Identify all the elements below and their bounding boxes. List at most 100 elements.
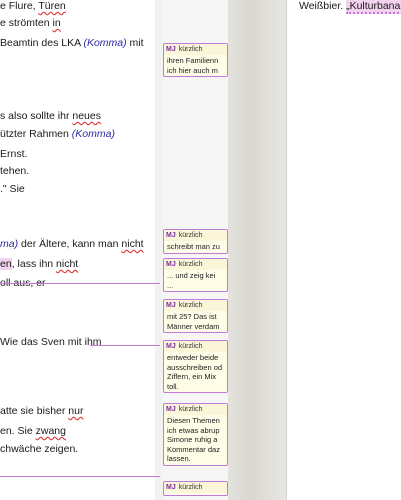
comment-author-initials: MJ xyxy=(166,484,176,491)
comment-text-line: Männer verdam xyxy=(167,321,220,331)
comment-balloon[interactable]: MJ kürzlich entweder beide ausschreiben od Z… xyxy=(163,340,228,393)
comment-header: MJ kürzlich xyxy=(164,230,227,241)
comment-text-line: Diesen Themen xyxy=(167,416,220,425)
comment-balloon[interactable]: MJ kürzlich xyxy=(163,481,228,496)
document-line: atte sie bisher nur xyxy=(0,405,83,418)
comment-text-line: Ziffern, ein Mix xyxy=(167,372,217,381)
highlighted-text: en xyxy=(0,258,12,270)
text-run: chwäche zeigen. xyxy=(0,443,79,455)
comment-balloon[interactable]: MJ kürzlich mit 25? Das ist Männer verdam xyxy=(163,299,228,333)
comment-timestamp: kürzlich xyxy=(178,261,203,268)
comment-author-initials: MJ xyxy=(166,232,176,239)
comment-text-line: ... und zeig kei xyxy=(167,271,216,280)
comment-timestamp: kürzlich xyxy=(178,343,203,350)
document-line: ." Sie xyxy=(0,183,25,196)
comment-header: MJ kürzlich xyxy=(164,300,227,311)
comment-body: schreibt man zu xyxy=(164,241,227,253)
document-line: tehen. xyxy=(0,165,29,178)
comment-author-initials: MJ xyxy=(166,302,176,309)
comment-text-line: Simone ruhig a xyxy=(167,435,218,444)
document-line: ützter Rahmen (Komma) xyxy=(0,128,115,141)
comment-body: Diesen Themen ich etwas abrup Simone ruhig… xyxy=(164,415,227,465)
comment-timestamp: kürzlich xyxy=(178,406,203,413)
document-line: Beamtin des LKA (Komma) mit xyxy=(0,37,144,50)
text-run: s also sollte ihr xyxy=(0,110,73,122)
comment-margin-strip xyxy=(155,0,163,500)
comment-balloon[interactable]: MJ kürzlich... und zeig kei... xyxy=(163,258,228,292)
comment-header: MJ kürzlich xyxy=(164,44,227,55)
text-run: ." Sie xyxy=(0,183,25,195)
comment-text-line: ich hier auch m xyxy=(167,65,218,75)
comment-balloon[interactable]: MJ kürzlich schreibt man zu xyxy=(163,229,228,254)
comment-text-line: schreibt man zu xyxy=(167,242,220,251)
comma-annotation: (Komma) xyxy=(71,128,115,140)
comment-author-initials: MJ xyxy=(166,343,176,350)
comment-author-initials: MJ xyxy=(166,261,176,268)
text-run: Ernst. xyxy=(0,148,28,160)
comment-body: ... und zeig kei... xyxy=(164,270,227,291)
comment-text-line: mit 25? Das ist xyxy=(167,312,217,321)
comment-text-line: ich etwas abrup xyxy=(167,425,220,435)
comment-header: MJ kürzlich xyxy=(164,341,227,352)
document-page-left[interactable]: e Flure, Türen e strömten in Beamtin des … xyxy=(0,0,155,500)
text-run: mit xyxy=(126,37,144,49)
text-run: e Flure, xyxy=(0,0,39,12)
comment-header: MJ kürzlich xyxy=(164,482,227,493)
comment-timestamp: kürzlich xyxy=(178,46,203,53)
comment-anchor-line xyxy=(0,476,160,477)
comment-author-initials: MJ xyxy=(166,406,176,413)
comment-anchor-line xyxy=(90,345,160,346)
comment-text-line: lassen. xyxy=(167,454,191,463)
document-line: en. Sie zwang xyxy=(0,425,66,438)
document-line: Wie das Sven mit ihm xyxy=(0,336,102,349)
document-line: en, lass ihn nicht xyxy=(0,258,78,271)
comment-text-line: entweder beide xyxy=(167,353,219,362)
comment-body: mit 25? Das ist Männer verdam xyxy=(164,311,227,332)
document-line: s also sollte ihr neues xyxy=(0,110,101,123)
comment-balloon[interactable]: MJ kürzlich Diesen Themen ich etwas abrup Si… xyxy=(163,403,228,466)
highlighted-text: „Kulturbanau xyxy=(346,0,401,14)
text-run: , lass ihn xyxy=(11,258,57,270)
comment-balloon[interactable]: MJ kürzlich ihren Familienn ich hier auch m xyxy=(163,43,228,77)
document-line: Weißbier. „Kulturbanau xyxy=(299,0,401,14)
comment-body xyxy=(164,493,227,495)
document-line: chwäche zeigen. xyxy=(0,443,78,456)
comment-anchor-line xyxy=(0,283,160,284)
text-run: ützter Rahmen xyxy=(0,128,72,140)
text-run: Weißbier. xyxy=(299,0,347,12)
comment-body: entweder beide ausschreiben od Ziffern, ei… xyxy=(164,352,227,392)
comma-annotation: (Komma) xyxy=(83,37,127,49)
text-run: e strömten xyxy=(0,17,53,29)
comment-body: ihren Familienn ich hier auch m xyxy=(164,55,227,76)
spelling-flagged-word: in xyxy=(52,17,61,29)
text-run: en. Sie xyxy=(0,425,36,437)
text-run: atte sie bisher xyxy=(0,405,69,417)
comments-pane: MJ kürzlich ihren Familienn ich hier auch m… xyxy=(163,0,228,500)
comment-text-line: ... xyxy=(167,280,174,290)
document-line: ma) der Ältere, kann man nicht xyxy=(0,238,144,251)
spelling-flagged-word: Türen xyxy=(38,0,66,12)
comment-text-line: Kommentar daz xyxy=(167,444,220,454)
page-gap xyxy=(228,0,286,500)
spelling-flagged-word: neues xyxy=(72,110,101,122)
comment-text-line: ihren Familienn xyxy=(167,56,219,65)
spelling-flagged-word: nicht xyxy=(121,238,144,250)
text-run: der Ältere, kann man xyxy=(18,238,122,250)
spelling-flagged-word: nur xyxy=(68,405,84,417)
comment-header: MJ kürzlich xyxy=(164,404,227,415)
text-run: Beamtin des LKA xyxy=(0,37,84,49)
comment-text-line: toll. xyxy=(167,381,179,391)
document-line: Ernst. xyxy=(0,148,27,161)
text-run: tehen. xyxy=(0,165,30,177)
spelling-flagged-word: nicht xyxy=(56,258,79,270)
document-page-right[interactable]: Weißbier. „Kulturbanau xyxy=(286,0,401,500)
comma-annotation: ma) xyxy=(0,238,19,250)
document-line: e strömten in xyxy=(0,17,61,30)
comment-text-line: ausschreiben od xyxy=(167,362,223,372)
comment-timestamp: kürzlich xyxy=(178,232,203,239)
comment-timestamp: kürzlich xyxy=(178,302,203,309)
comment-header: MJ kürzlich xyxy=(164,259,227,270)
text-run: Wie das Sven mit ihm xyxy=(0,336,102,348)
spelling-flagged-word: zwang xyxy=(35,425,66,437)
comment-author-initials: MJ xyxy=(166,46,176,53)
